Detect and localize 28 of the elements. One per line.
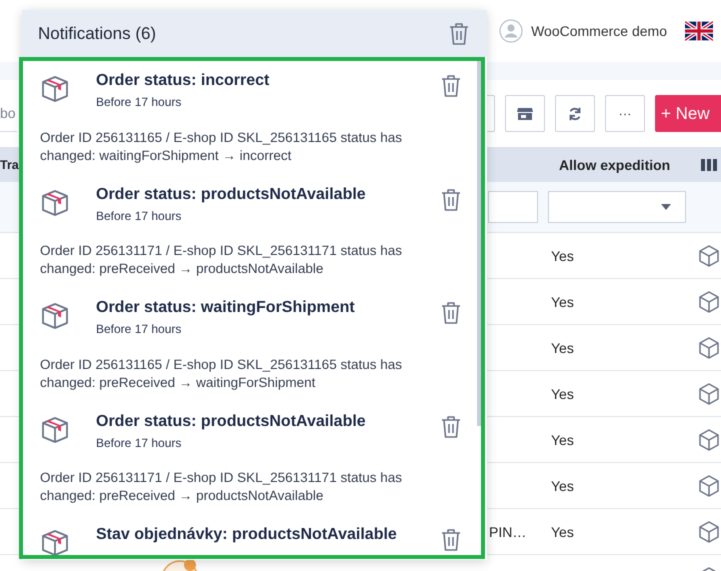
notification-title: Stav objednávky: productsNotAvailable: [96, 526, 398, 544]
user-name[interactable]: WooCommerce demo: [531, 23, 667, 39]
more-button[interactable]: ···: [605, 95, 645, 132]
table-cell: Yes: [551, 340, 574, 356]
notification-time: Before 17 hours: [96, 95, 182, 109]
notification-message: Order ID 256131165 / E-shop ID SKL_256131165 status has changed: preReceived → waitingForShipment: [40, 356, 403, 392]
table-cell: Yes: [551, 524, 574, 540]
notification-message: Order ID 256131171 / E-shop ID SKL_256131171 status has changed: preReceived → productsNotAvailable: [40, 242, 403, 278]
column-header[interactable]: Allow expedition: [559, 156, 701, 172]
notification-title: Order status: productsNotAvailable: [96, 412, 367, 430]
notification-title: Order status: incorrect: [96, 72, 270, 90]
notification-title: Order status: waitingForShipment: [96, 299, 356, 317]
panel-title: Notifications (6): [38, 24, 156, 44]
table-cell: Yes: [551, 432, 574, 448]
table-cell: Yes: [551, 294, 574, 310]
notification-message: Order ID 256131165 / E-shop ID SKL_256131165 status has changed: waitingForShipment → incorrect: [40, 128, 403, 165]
table-cell: Yes: [551, 386, 574, 402]
table-cell: Yes: [551, 478, 574, 494]
notification-time: Before 17 hours: [96, 322, 182, 336]
notification-message: Order ID 256131171 / E-shop ID SKL_256131171 status has changed: preReceived → productsNotAvailable: [40, 469, 403, 506]
search-field[interactable]: bo: [0, 96, 17, 132]
notification-time: Before 17 hours: [96, 436, 182, 450]
table-cell: Yes: [551, 248, 574, 264]
notification-title: Order status: productsNotAvailable: [96, 186, 367, 204]
table-cell: PIN…: [489, 524, 526, 540]
notification-time: Before 17 hours: [96, 208, 182, 222]
column-header[interactable]: Tra: [0, 158, 19, 172]
new-button[interactable]: + New: [655, 95, 721, 132]
